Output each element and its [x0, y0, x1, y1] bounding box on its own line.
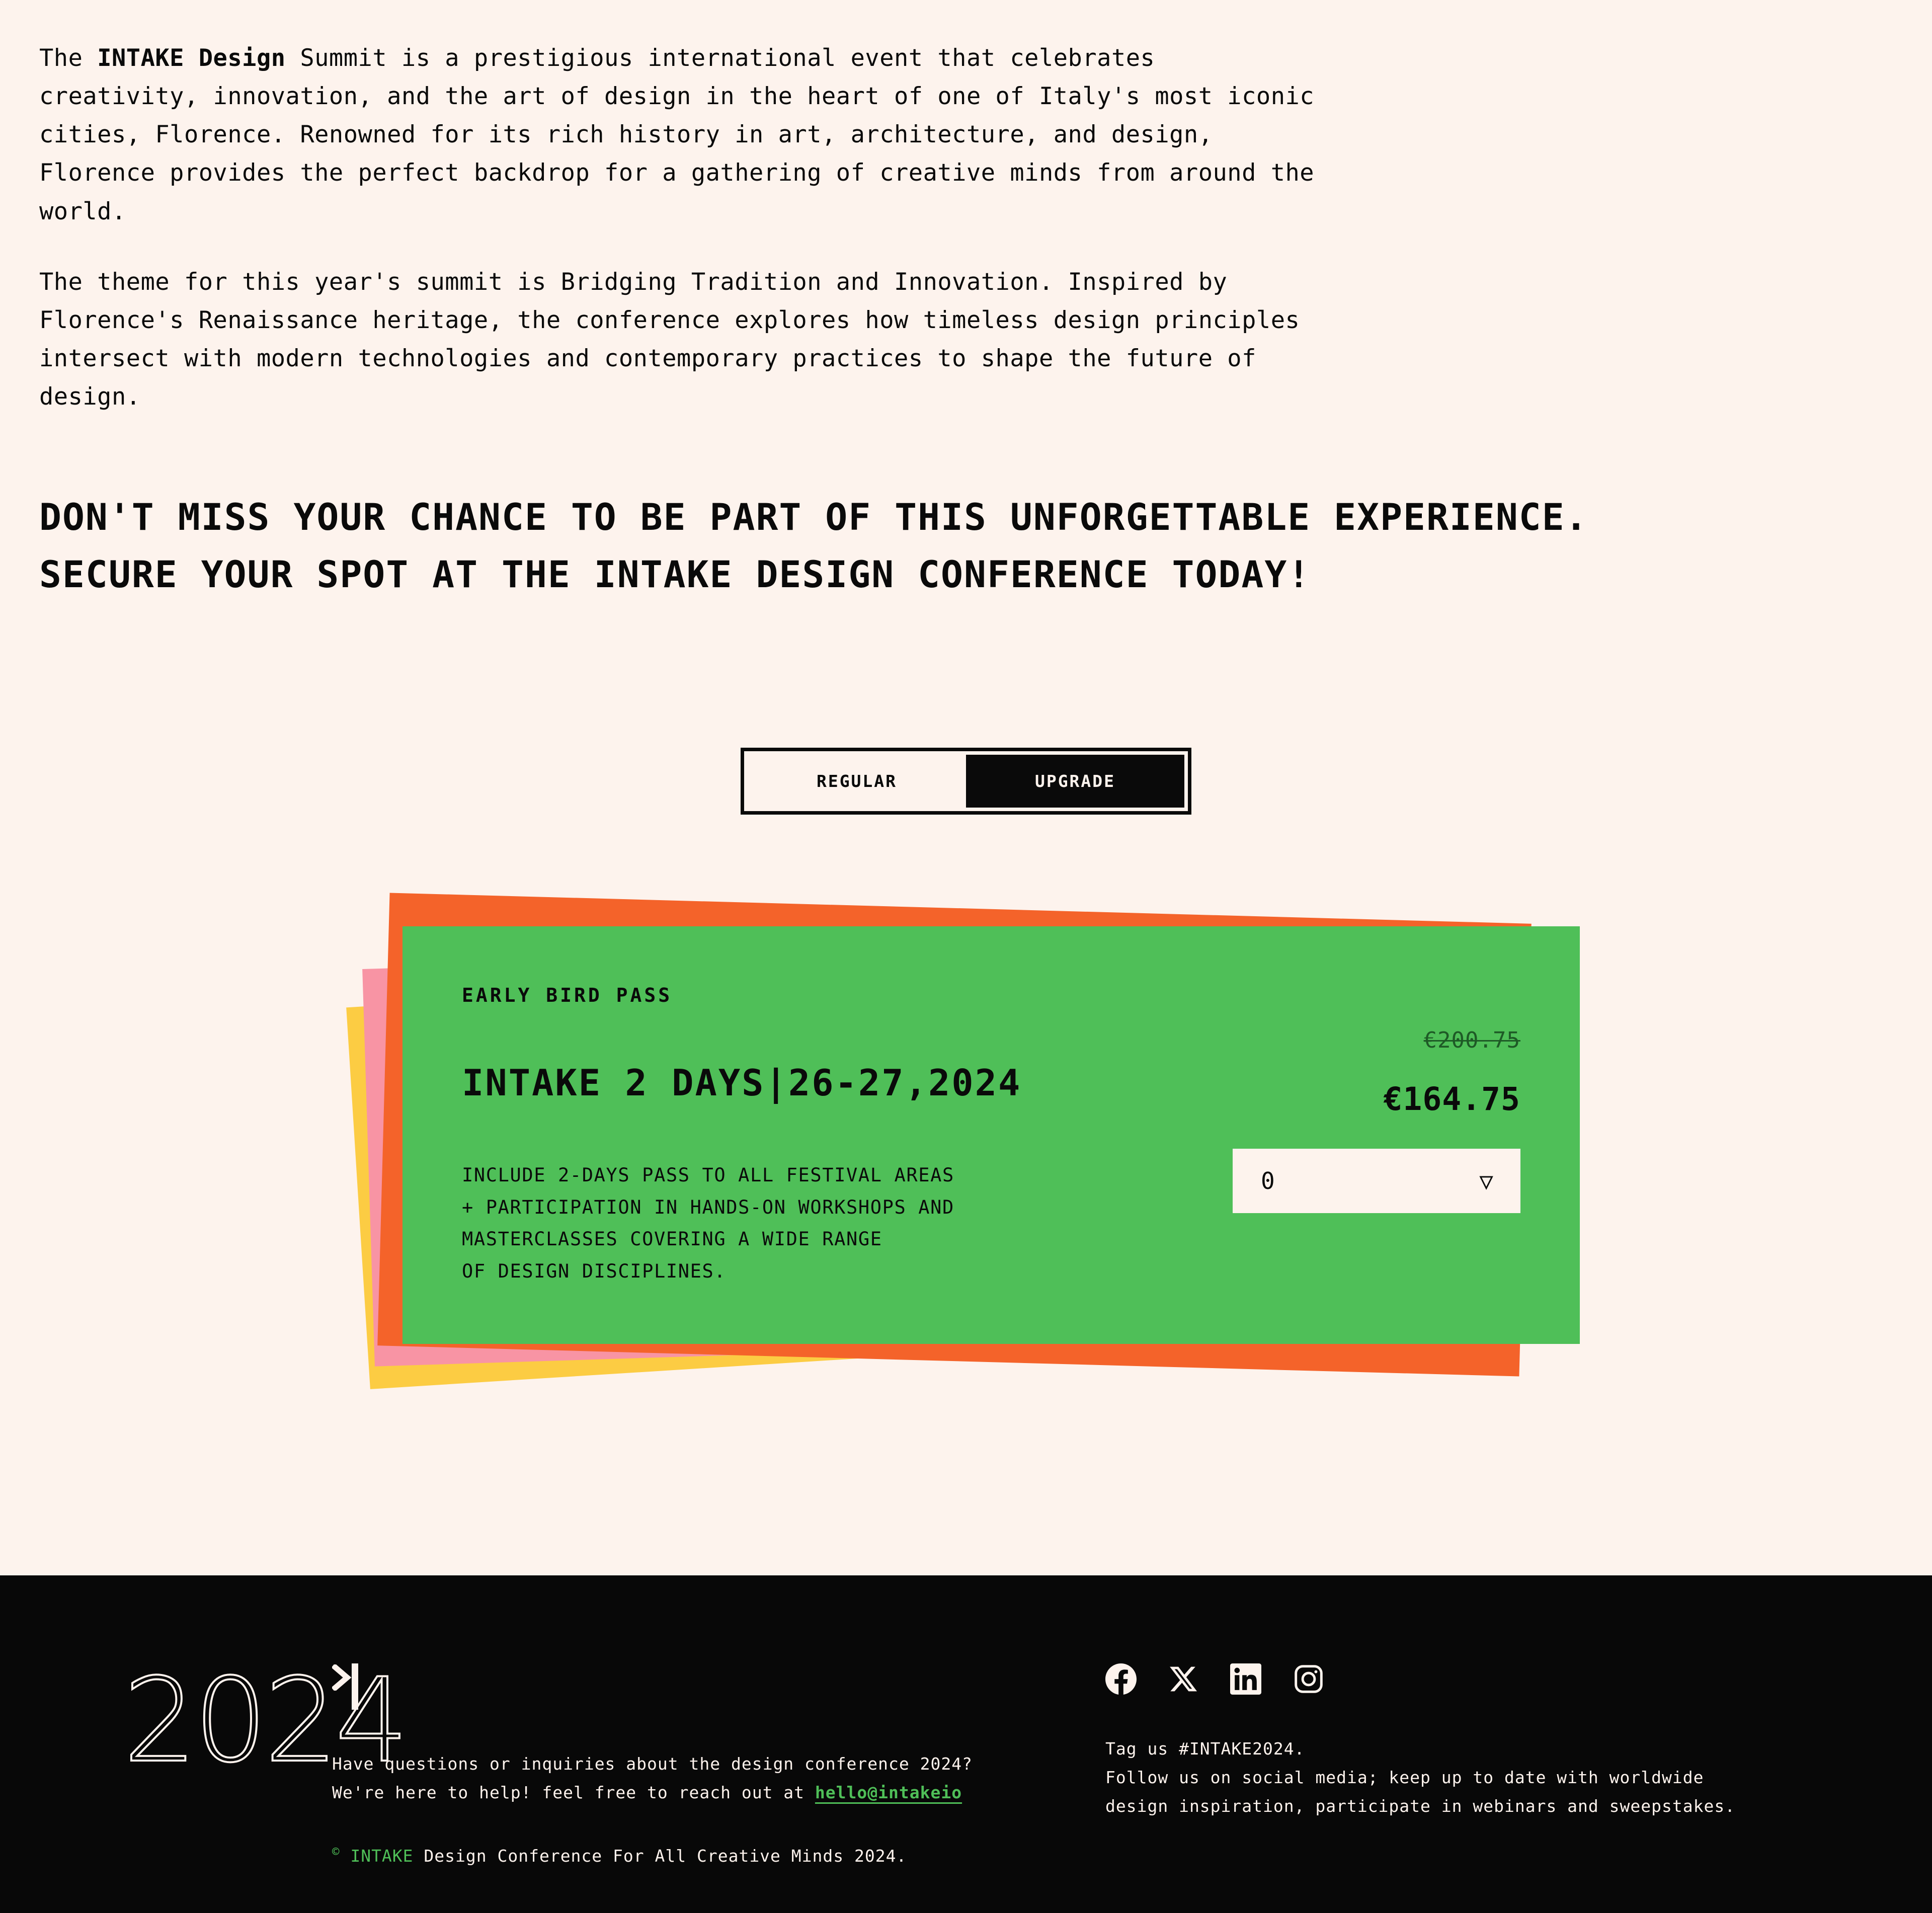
facebook-icon[interactable] [1105, 1663, 1137, 1695]
chevron-down-icon: ▽ [1479, 1167, 1493, 1194]
intake-design-bold: INTAKE Design [97, 44, 286, 72]
ticket-card-details: EARLY BIRD PASS INTAKE 2 DAYS|26-27,2024… [462, 984, 1021, 1288]
toggle-option-upgrade[interactable]: UPGRADE [966, 754, 1184, 808]
cta-headline-line-2: SECURE YOUR SPOT AT THE INTAKE DESIGN CO… [39, 553, 1311, 596]
intro-paragraph-1: The INTAKE Design Summit is a prestigiou… [39, 39, 1327, 231]
ticket-price-current: €164.75 [1383, 1080, 1520, 1118]
footer-social-line-2: Follow us on social media; keep up to da… [1105, 1767, 1704, 1787]
intro-section: The INTAKE Design Summit is a prestigiou… [0, 0, 1932, 416]
site-footer: 2024 Have questions or inquiries about t… [0, 1575, 1932, 1913]
ticket-description: INCLUDE 2-DAYS PASS TO ALL FESTIVAL AREA… [462, 1159, 1021, 1288]
pass-type-toggle[interactable]: REGULAR UPGRADE [741, 747, 1191, 815]
ticket-quantity-select[interactable]: 0 ▽ [1233, 1148, 1520, 1213]
footer-contact-line-2: We're here to help! feel free to reach o… [332, 1779, 1067, 1807]
footer-social-line-3: design inspiration, participate in webin… [1105, 1796, 1736, 1816]
ticket-card[interactable]: EARLY BIRD PASS INTAKE 2 DAYS|26-27,2024… [403, 926, 1580, 1344]
ticket-quantity-value: 0 [1261, 1167, 1275, 1194]
toggle-option-regular[interactable]: REGULAR [748, 755, 966, 808]
page-root: The INTAKE Design Summit is a prestigiou… [0, 0, 1932, 1913]
cta-headline-line-1: DON'T MISS YOUR CHANCE TO BE PART OF THI… [39, 496, 1588, 539]
ticket-kicker: EARLY BIRD PASS [462, 984, 673, 1006]
copyright-icon: © [332, 1844, 340, 1859]
cta-headline: DON'T MISS YOUR CHANCE TO BE PART OF THI… [39, 489, 1932, 604]
intake-logo-mark-icon [332, 1663, 362, 1710]
social-links [1105, 1663, 1771, 1695]
footer-social-column: Tag us #INTAKE2024. Follow us on social … [1067, 1663, 1771, 1866]
linkedin-icon[interactable] [1230, 1663, 1261, 1695]
footer-year-logo: 2024 [122, 1654, 410, 1788]
ticket-pricing: €200.75 €164.75 0 ▽ [1233, 984, 1520, 1213]
x-twitter-icon[interactable] [1168, 1663, 1198, 1695]
pass-type-toggle-wrapper: REGULAR UPGRADE [0, 747, 1932, 815]
footer-contact-line-1: Have questions or inquiries about the de… [332, 1754, 973, 1774]
footer-year-column: 2024 [0, 1654, 410, 1866]
ticket-title: INTAKE 2 DAYS|26-27,2024 [462, 1061, 1022, 1104]
footer-copyright-rest: Design Conference For All Creative Minds… [413, 1846, 907, 1866]
footer-copyright: © INTAKE Design Conference For All Creat… [332, 1845, 1067, 1866]
footer-contact-column: Have questions or inquiries about the de… [332, 1663, 1067, 1866]
ticket-description-line-2: + PARTICIPATION IN HANDS-ON WORKSHOPS AN… [462, 1196, 954, 1218]
intro-paragraph-2: The theme for this year's summit is Brid… [39, 268, 1300, 411]
ticket-description-line-4: OF DESIGN DISCIPLINES. [462, 1260, 727, 1282]
footer-email-link[interactable]: hello@intakeio [815, 1783, 962, 1802]
instagram-icon[interactable] [1293, 1663, 1324, 1695]
footer-brand-name: INTAKE [350, 1846, 414, 1866]
intro-p1-pre: The [39, 44, 98, 72]
ticket-price-original: €200.75 [1423, 1027, 1520, 1053]
footer-social-line-1: Tag us #INTAKE2024. [1105, 1739, 1305, 1759]
ticket-description-line-1: INCLUDE 2-DAYS PASS TO ALL FESTIVAL AREA… [462, 1164, 954, 1186]
ticket-card-stack: EARLY BIRD PASS INTAKE 2 DAYS|26-27,2024… [346, 893, 1580, 1444]
ticket-description-line-3: MASTERCLASSES COVERING A WIDE RANGE [462, 1228, 882, 1250]
